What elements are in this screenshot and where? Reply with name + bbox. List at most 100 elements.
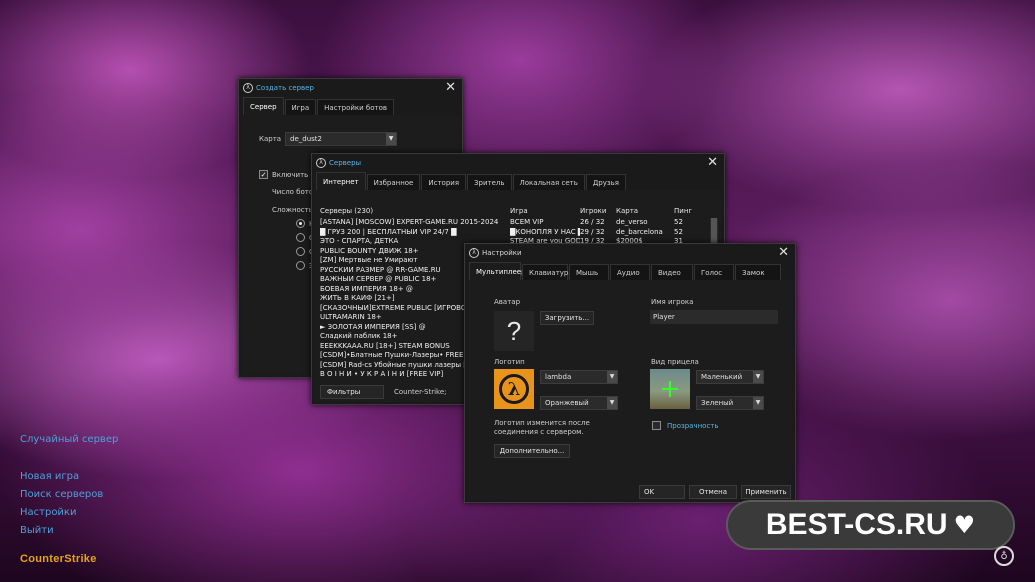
cancel-button[interactable]: Отмена: [689, 485, 737, 499]
transparency-checkbox[interactable]: [652, 421, 661, 430]
close-icon[interactable]: ✕: [778, 246, 789, 260]
crosshair-icon: [662, 388, 678, 390]
servers-titlebar[interactable]: λ Серверы: [312, 154, 724, 172]
ok-button[interactable]: OK: [639, 485, 685, 499]
chevron-down-icon[interactable]: ▼: [386, 133, 396, 145]
filters-button[interactable]: Фильтры: [320, 385, 384, 399]
table-row[interactable]: █ ГРУЗ 200 | БЕСПЛАТНЫЙ VIP 24/7 █ █КОНОП…: [320, 228, 710, 238]
player-name-label: Имя игрока: [651, 298, 694, 306]
table-cell-ping: 52: [674, 227, 683, 236]
lambda-icon: λ: [499, 374, 529, 404]
menu-quit[interactable]: Выйти: [20, 525, 54, 536]
table-cell-name: [ASTANA] [MOSCOW] EXPERT-GAME.RU 2015-20…: [320, 218, 499, 226]
server-list-header: Серверы (230) Игра Игроки Карта Пинг: [320, 207, 720, 217]
bots-checkbox[interactable]: ✓: [259, 170, 268, 179]
steam-icon: ♁: [994, 546, 1014, 566]
player-name-input[interactable]: Player: [650, 310, 778, 324]
difficulty-radio-easy[interactable]: [296, 219, 305, 228]
counter-strike-logo-text: CounterStrike: [20, 553, 97, 565]
avatar-box: ?: [494, 311, 534, 351]
apply-button[interactable]: Применить: [741, 485, 791, 499]
scrollbar-thumb[interactable]: [711, 218, 717, 244]
crosshair-color-dropdown[interactable]: Зеленый ▼: [696, 396, 764, 410]
difficulty-radio-hard[interactable]: [296, 247, 305, 256]
column-players[interactable]: Игроки: [580, 207, 616, 217]
crosshair-size-dropdown[interactable]: Маленький ▼: [696, 370, 764, 384]
difficulty-label: Сложность: [272, 206, 313, 214]
tab-lan[interactable]: Локальная сеть: [512, 174, 585, 190]
chevron-down-icon[interactable]: ▼: [753, 397, 763, 409]
half-life-logo-icon: λ: [243, 83, 253, 93]
table-cell-map: de_barcelona: [616, 227, 663, 236]
chevron-down-icon[interactable]: ▼: [607, 397, 617, 409]
tab-internet[interactable]: Интернет: [316, 172, 366, 190]
create-server-tabs: Сервер Игра Настройки ботов: [239, 97, 462, 115]
table-cell-name: █ ГРУЗ 200 | БЕСПЛАТНЫЙ VIP 24/7 █: [320, 227, 457, 236]
table-cell-players: 26 / 32: [580, 218, 605, 226]
watermark-text: BEST-CS.RU: [765, 508, 948, 541]
tab-multiplayer[interactable]: Мультиплеер: [469, 262, 526, 280]
menu-settings[interactable]: Настройки: [20, 507, 76, 518]
chevron-down-icon[interactable]: ▼: [607, 371, 617, 383]
column-map[interactable]: Карта: [616, 207, 674, 217]
table-row[interactable]: [ASTANA] [MOSCOW] EXPERT-GAME.RU 2015-20…: [320, 218, 710, 228]
logo-note: Логотип изменится после соединения с сер…: [494, 419, 590, 436]
table-cell-game: █КОНОПЛЯ У НАС █: [510, 227, 580, 236]
settings-tabs: Мультиплеер Клавиатура Мышь Аудио Видео …: [465, 262, 795, 280]
transparency-label: Прозрачность: [667, 422, 719, 430]
close-icon[interactable]: ✕: [445, 81, 456, 95]
difficulty-radio-expert[interactable]: [296, 261, 305, 270]
create-server-title: Создать сервер: [256, 84, 314, 92]
advanced-button[interactable]: Дополнительно...: [494, 444, 570, 458]
tab-lock[interactable]: Замок: [735, 264, 781, 280]
filter-game-text: Counter-Strike;: [394, 388, 447, 396]
servers-tabs: Интернет Избранное История Зритель Локал…: [312, 172, 724, 190]
crosshair-label: Вид прицела: [651, 358, 699, 366]
watermark-badge: BEST-CS.RU ♥: [726, 500, 1015, 550]
logo-color-value: Оранжевый: [545, 399, 589, 407]
logo-color-dropdown[interactable]: Оранжевый ▼: [540, 396, 618, 410]
servers-title: Серверы: [329, 159, 362, 167]
column-game[interactable]: Игра: [510, 207, 580, 217]
create-server-titlebar[interactable]: λ Создать сервер: [239, 79, 462, 97]
settings-window: λ Настройки ✕ Мультиплеер Клавиатура Мыш…: [464, 243, 796, 503]
tab-mouse[interactable]: Мышь: [569, 264, 609, 280]
menu-random-server[interactable]: Случайный сервер: [20, 434, 118, 445]
logo-value: lambda: [545, 373, 572, 381]
logo-dropdown[interactable]: lambda ▼: [540, 370, 618, 384]
settings-titlebar[interactable]: λ Настройки: [465, 244, 795, 262]
crosshair-color-value: Зеленый: [701, 399, 734, 407]
difficulty-radio-normal[interactable]: [296, 233, 305, 242]
lambda-logo-preview: λ: [494, 369, 534, 409]
close-icon[interactable]: ✕: [707, 156, 718, 170]
column-servers[interactable]: Серверы (230): [320, 207, 510, 217]
tab-friends[interactable]: Друзья: [585, 174, 626, 190]
table-cell-ping: 52: [674, 218, 683, 226]
half-life-logo-icon: λ: [469, 248, 479, 258]
question-mark-icon: ?: [506, 315, 522, 346]
player-name-value: Player: [653, 313, 675, 321]
tab-spectate[interactable]: Зритель: [467, 174, 512, 190]
tab-server[interactable]: Сервер: [243, 97, 284, 115]
menu-new-game[interactable]: Новая игра: [20, 471, 79, 482]
tab-game[interactable]: Игра: [284, 99, 317, 115]
tab-bot-settings[interactable]: Настройки ботов: [317, 99, 395, 115]
map-dropdown[interactable]: de_dust2 ▼: [285, 132, 397, 146]
column-ping[interactable]: Пинг: [674, 207, 704, 217]
tab-favorites[interactable]: Избранное: [366, 174, 421, 190]
tab-voice[interactable]: Голос: [694, 264, 734, 280]
tab-keyboard[interactable]: Клавиатура: [522, 264, 573, 280]
avatar-label: Аватар: [494, 298, 521, 306]
tab-history[interactable]: История: [421, 174, 467, 190]
crosshair-preview: [650, 369, 690, 409]
settings-title: Настройки: [482, 249, 522, 257]
tab-audio[interactable]: Аудио: [610, 264, 650, 280]
map-value: de_dust2: [290, 135, 322, 143]
table-cell-game: ВСЕМ VIP: [510, 218, 544, 226]
upload-avatar-button[interactable]: Загрузить...: [540, 311, 594, 325]
menu-find-servers[interactable]: Поиск серверов: [20, 489, 103, 500]
half-life-logo-icon: λ: [316, 158, 326, 168]
chevron-down-icon[interactable]: ▼: [753, 371, 763, 383]
table-cell-map: de_verso: [616, 218, 648, 226]
tab-video[interactable]: Видео: [651, 264, 693, 280]
